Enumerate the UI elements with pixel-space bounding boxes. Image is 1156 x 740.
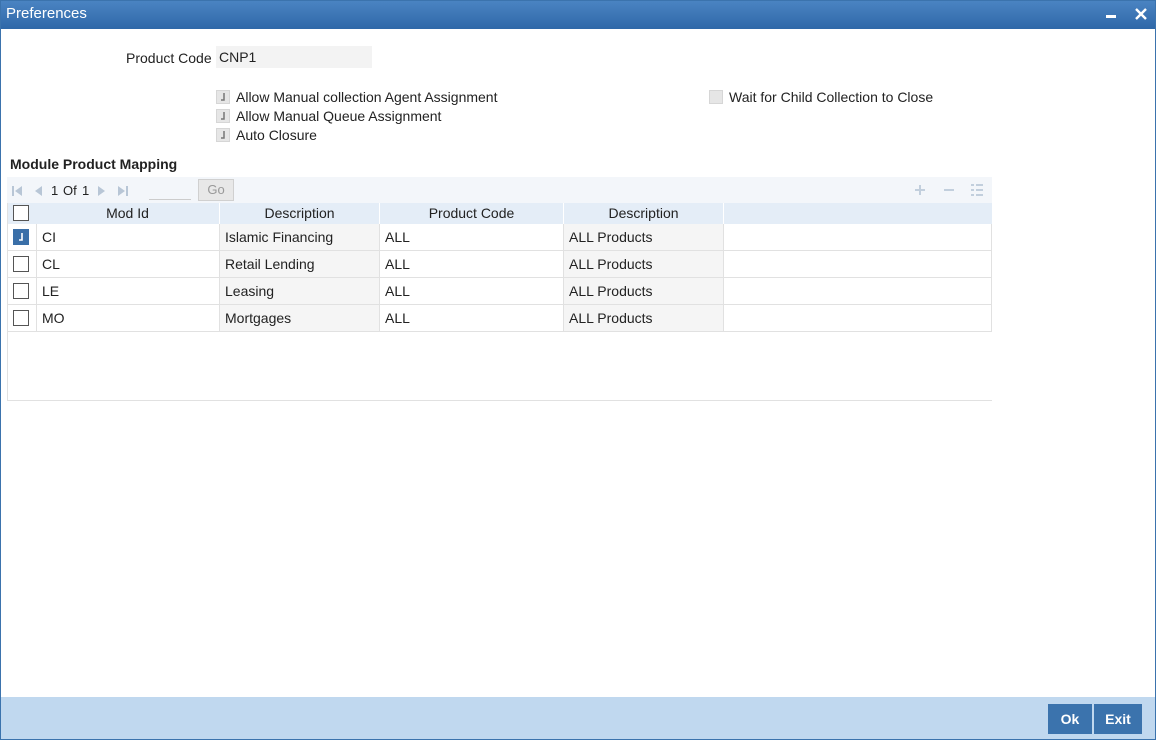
allow-manual-agent-label: Allow Manual collection Agent Assignment <box>236 89 498 105</box>
table-row[interactable]: LE Leasing ALL ALL Products <box>8 278 992 305</box>
allow-manual-queue-label: Allow Manual Queue Assignment <box>236 108 442 124</box>
description-cell: Leasing <box>220 278 380 304</box>
row-checkbox[interactable] <box>13 256 29 272</box>
column-product-description: Description <box>564 203 724 224</box>
row-checkbox[interactable] <box>13 310 29 326</box>
exit-button[interactable]: Exit <box>1094 704 1142 734</box>
column-mod-id: Mod Id <box>36 203 220 224</box>
description-cell: Mortgages <box>220 305 380 331</box>
grid-header: Mod Id Description Product Code Descript… <box>8 203 992 224</box>
product-code-cell: ALL <box>380 278 564 304</box>
mod-id-cell: CL <box>36 251 220 277</box>
product-code-cell: ALL <box>380 251 564 277</box>
grid-toolbar: 1 Of 1 Go <box>7 177 992 203</box>
product-description-cell: ALL Products <box>564 224 724 250</box>
mod-id-cell: CI <box>36 224 220 250</box>
window-title: Preferences <box>6 5 87 22</box>
allow-manual-queue-checkbox[interactable] <box>216 109 230 123</box>
mod-id-cell: MO <box>36 305 220 331</box>
table-row[interactable]: CI Islamic Financing ALL ALL Products <box>8 224 992 251</box>
description-cell: Islamic Financing <box>220 224 380 250</box>
minimize-icon[interactable] <box>1100 3 1122 25</box>
product-code-field[interactable] <box>216 46 372 68</box>
page-number-input[interactable] <box>149 180 191 200</box>
select-all-checkbox[interactable] <box>13 205 29 221</box>
first-page-icon[interactable] <box>11 184 23 196</box>
product-code-cell: ALL <box>380 305 564 331</box>
preferences-window: Preferences Product Code Allow Manual co… <box>0 0 1156 740</box>
product-description-cell: ALL Products <box>564 305 724 331</box>
product-description-cell: ALL Products <box>564 251 724 277</box>
column-product-code: Product Code <box>380 203 564 224</box>
total-pages: 1 <box>82 183 90 198</box>
ok-button[interactable]: Ok <box>1048 704 1092 734</box>
row-checkbox[interactable] <box>13 283 29 299</box>
auto-closure-label: Auto Closure <box>236 127 317 143</box>
current-page: 1 <box>51 183 59 198</box>
row-checkbox[interactable] <box>13 229 29 245</box>
module-product-grid: Mod Id Description Product Code Descript… <box>7 203 992 401</box>
title-bar: Preferences <box>1 1 1155 29</box>
product-code-label: Product Code <box>126 50 212 66</box>
page-of-label: Of <box>63 183 77 198</box>
delete-row-icon[interactable] <box>942 183 956 197</box>
column-description: Description <box>220 203 380 224</box>
module-product-mapping-title: Module Product Mapping <box>10 156 178 172</box>
table-row[interactable]: CL Retail Lending ALL ALL Products <box>8 251 992 278</box>
go-button[interactable]: Go <box>198 179 234 201</box>
close-icon[interactable] <box>1130 3 1152 25</box>
wait-child-collection-checkbox[interactable] <box>709 90 723 104</box>
single-view-icon[interactable] <box>970 183 984 197</box>
description-cell: Retail Lending <box>220 251 380 277</box>
auto-closure-checkbox[interactable] <box>216 128 230 142</box>
previous-page-icon[interactable] <box>32 184 44 196</box>
product-description-cell: ALL Products <box>564 278 724 304</box>
product-code-cell: ALL <box>380 224 564 250</box>
next-page-icon[interactable] <box>96 184 108 196</box>
allow-manual-agent-checkbox[interactable] <box>216 90 230 104</box>
mod-id-cell: LE <box>36 278 220 304</box>
footer-bar: Ok Exit <box>1 697 1155 739</box>
last-page-icon[interactable] <box>117 184 129 196</box>
wait-child-collection-label: Wait for Child Collection to Close <box>729 89 934 105</box>
add-row-icon[interactable] <box>913 183 927 197</box>
table-row[interactable]: MO Mortgages ALL ALL Products <box>8 305 992 332</box>
